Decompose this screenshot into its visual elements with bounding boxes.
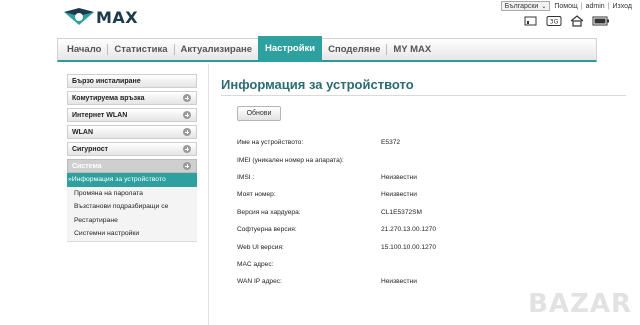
- info-label: IMEI (уникален номер на апарата):: [237, 156, 344, 164]
- sidebar-item-dialup[interactable]: Комутируема връзка: [67, 91, 197, 105]
- sidebar-item-internet-wlan[interactable]: Интернет WLAN: [67, 108, 197, 122]
- info-value: 21.270.13.00.1270: [381, 226, 437, 234]
- info-value: Неизвестни: [381, 191, 417, 199]
- expand-icon: [183, 145, 191, 153]
- info-row-software-version: Софтуерна версия: 21.270.13.00.1270: [237, 221, 617, 238]
- info-label: Име на устройството:: [237, 139, 304, 147]
- tab-home[interactable]: Начало: [61, 39, 107, 61]
- info-row-device-name: Име на устройството: E5372: [237, 134, 617, 151]
- user-link[interactable]: admin: [586, 3, 605, 10]
- info-value: Неизвестни: [381, 278, 417, 286]
- info-value: CL1E5372SM: [381, 208, 423, 216]
- info-value: Неизвестни: [381, 173, 417, 181]
- svg-text:3G: 3G: [550, 19, 559, 26]
- info-row-mac-address: MAC адрес:: [237, 256, 617, 273]
- logo-text: MAX: [96, 7, 139, 27]
- sidebar-item-restart[interactable]: Рестартиране: [67, 213, 197, 227]
- info-value: E5372: [381, 139, 401, 147]
- max-logo-icon: [64, 8, 94, 25]
- battery-icon: [592, 15, 610, 27]
- sidebar-item-change-password[interactable]: Промяна на паролата: [67, 186, 197, 200]
- system-submenu: »Информация за устройството Промяна на п…: [67, 173, 197, 242]
- sidebar-item-label: Сигурност: [72, 145, 109, 153]
- info-label: Версия на хардуера:: [237, 208, 301, 216]
- info-row-webui-version: Web UI версия: 15.100.10.00.1270: [237, 238, 617, 255]
- title-divider: [221, 95, 626, 96]
- tab-update[interactable]: Актуализиране: [175, 39, 259, 61]
- 3g-icon: 3G: [546, 15, 562, 27]
- tab-statistics[interactable]: Статистика: [108, 39, 173, 61]
- logo: MAX: [62, 4, 138, 30]
- expand-icon: [183, 94, 191, 102]
- sidebar-item-security[interactable]: Сигурност: [67, 142, 197, 156]
- sidebar-item-label: Интернет WLAN: [72, 111, 128, 119]
- watermark: BAZAR: [528, 289, 632, 319]
- home-icon[interactable]: [570, 15, 584, 27]
- main-nav: Начало Статистика Актуализиране Настройк…: [57, 35, 597, 62]
- info-row-wan-ip: WAN IP адрес: Неизвестни: [237, 273, 617, 290]
- tab-my-max[interactable]: MY MAX: [387, 39, 437, 61]
- separator: |: [580, 2, 583, 10]
- language-value: Български: [504, 2, 539, 10]
- help-link[interactable]: Помощ: [554, 3, 577, 10]
- logout-link[interactable]: Изход: [613, 3, 633, 10]
- top-links: Български ⌄ Помощ | admin | Изход: [500, 0, 633, 12]
- device-info-table: Име на устройството: E5372 IMEI (уникале…: [237, 134, 617, 291]
- info-row-imsi: IMSI : Неизвестни: [237, 169, 617, 186]
- chevron-down-icon: ⌄: [541, 3, 547, 10]
- language-select[interactable]: Български ⌄: [500, 1, 551, 11]
- status-icons: 3G: [524, 15, 610, 27]
- sidebar-item-quick-setup[interactable]: Бързо инсталиране: [67, 74, 197, 88]
- sidebar-item-label: Бързо инсталиране: [72, 77, 141, 85]
- sidebar-item-label: Комутируема връзка: [72, 94, 145, 102]
- sidebar-item-system-settings[interactable]: Системни настройки: [67, 227, 197, 241]
- sidebar-item-device-info[interactable]: »Информация за устройството: [67, 173, 197, 187]
- info-label: Web UI версия:: [237, 243, 284, 251]
- expand-icon: [183, 128, 191, 136]
- signal-icon: [524, 15, 538, 27]
- separator: |: [607, 2, 610, 10]
- info-value: 15.100.10.00.1270: [381, 243, 437, 251]
- sidebar-item-label: WLAN: [72, 128, 93, 136]
- sidebar-item-restore-defaults[interactable]: Възстанови подразбиращи се: [67, 200, 197, 214]
- info-label: WAN IP адрес:: [237, 278, 282, 286]
- sidebar-item-wlan[interactable]: WLAN: [67, 125, 197, 139]
- info-label: MAC адрес:: [237, 260, 274, 268]
- expand-icon: [183, 111, 191, 119]
- content-divider: [208, 64, 209, 325]
- sidebar-item-label: Система: [72, 162, 102, 170]
- info-label: Софтуерна версия:: [237, 226, 297, 234]
- page-title: Информация за устройството: [221, 77, 414, 92]
- info-row-imei: IMEI (уникален номер на апарата):: [237, 151, 617, 168]
- info-label: Моят номер:: [237, 191, 276, 199]
- info-label: IMSI :: [237, 173, 255, 181]
- tab-settings[interactable]: Настройки: [258, 35, 323, 62]
- refresh-button[interactable]: Обнови: [237, 106, 281, 121]
- info-row-hardware-version: Версия на хардуера: CL1E5372SM: [237, 204, 617, 221]
- sidebar: Бързо инсталиране Комутируема връзка Инт…: [67, 74, 197, 242]
- info-row-my-number: Моят номер: Неизвестни: [237, 186, 617, 203]
- collapse-icon: [183, 162, 191, 170]
- tab-sharing[interactable]: Споделяне: [322, 39, 386, 61]
- sidebar-item-system[interactable]: Система: [67, 159, 197, 173]
